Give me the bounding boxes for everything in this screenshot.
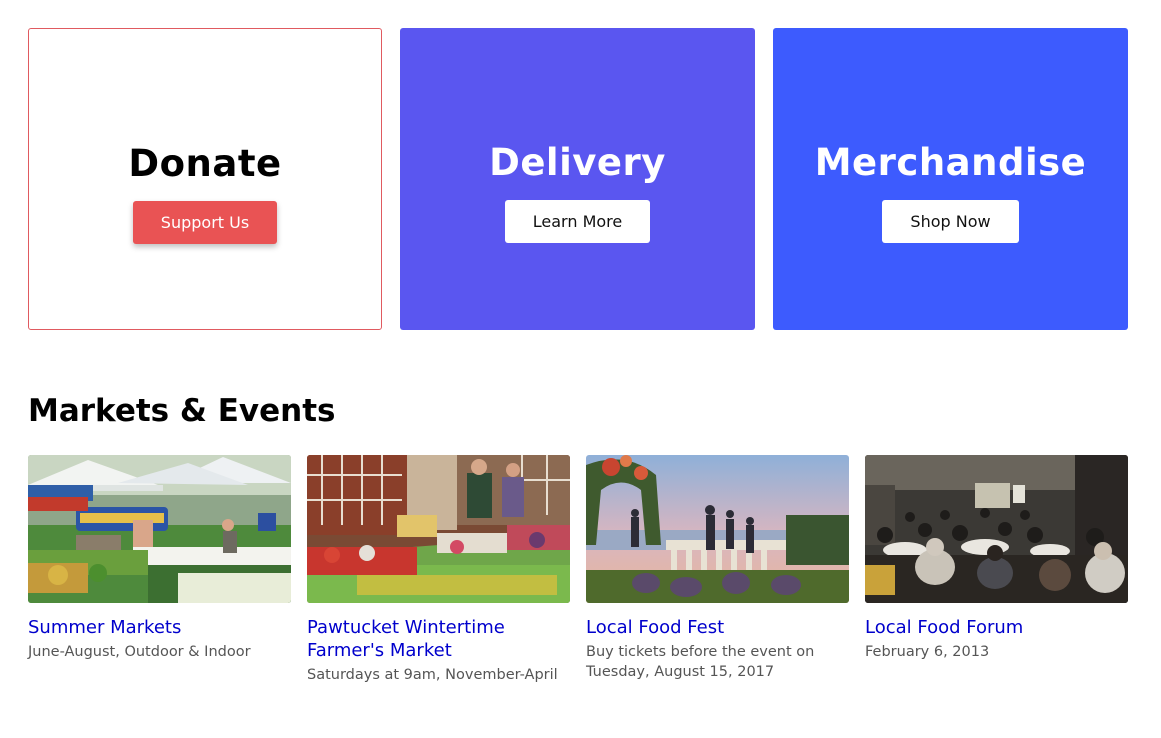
event-card-summer-markets: Summer Markets June-August, Outdoor & In… (28, 455, 291, 662)
event-title-pawtucket[interactable]: Pawtucket Wintertime Farmer's Market (307, 616, 570, 662)
event-desc-local-food-forum: February 6, 2013 (865, 644, 990, 660)
event-card-local-food-forum: Local Food Forum February 6, 2013 (865, 455, 1128, 662)
donate-card: Donate Support Us (28, 28, 382, 330)
sunset-garden-party-photo[interactable] (586, 455, 849, 603)
delivery-card: Delivery Learn More (400, 28, 755, 330)
event-desc-local-food-fest: Buy tickets before the event on Tuesday,… (586, 644, 815, 680)
event-desc-summer-markets: June-August, Outdoor & Indoor (28, 644, 251, 660)
markets-events-heading: Markets & Events (28, 393, 336, 429)
event-card-pawtucket: Pawtucket Wintertime Farmer's Market Sat… (307, 455, 570, 685)
event-title-local-food-fest[interactable]: Local Food Fest (586, 616, 849, 639)
donate-title: Donate (128, 142, 282, 185)
produce-stand-photo[interactable] (307, 455, 570, 603)
event-title-summer-markets[interactable]: Summer Markets (28, 616, 291, 639)
cta-row: Donate Support Us Delivery Learn More Me… (28, 28, 1128, 330)
event-title-local-food-forum[interactable]: Local Food Forum (865, 616, 1128, 639)
shop-now-button[interactable]: Shop Now (882, 200, 1019, 243)
support-us-button[interactable]: Support Us (132, 201, 278, 244)
merchandise-title: Merchandise (814, 141, 1087, 184)
market-tents-photo[interactable] (28, 455, 291, 603)
event-card-local-food-fest: Local Food Fest Buy tickets before the e… (586, 455, 849, 682)
merchandise-card: Merchandise Shop Now (773, 28, 1128, 330)
delivery-title: Delivery (489, 141, 666, 184)
learn-more-button[interactable]: Learn More (504, 200, 651, 243)
event-desc-pawtucket: Saturdays at 9am, November-April (307, 667, 558, 683)
conference-audience-photo[interactable] (865, 455, 1128, 603)
